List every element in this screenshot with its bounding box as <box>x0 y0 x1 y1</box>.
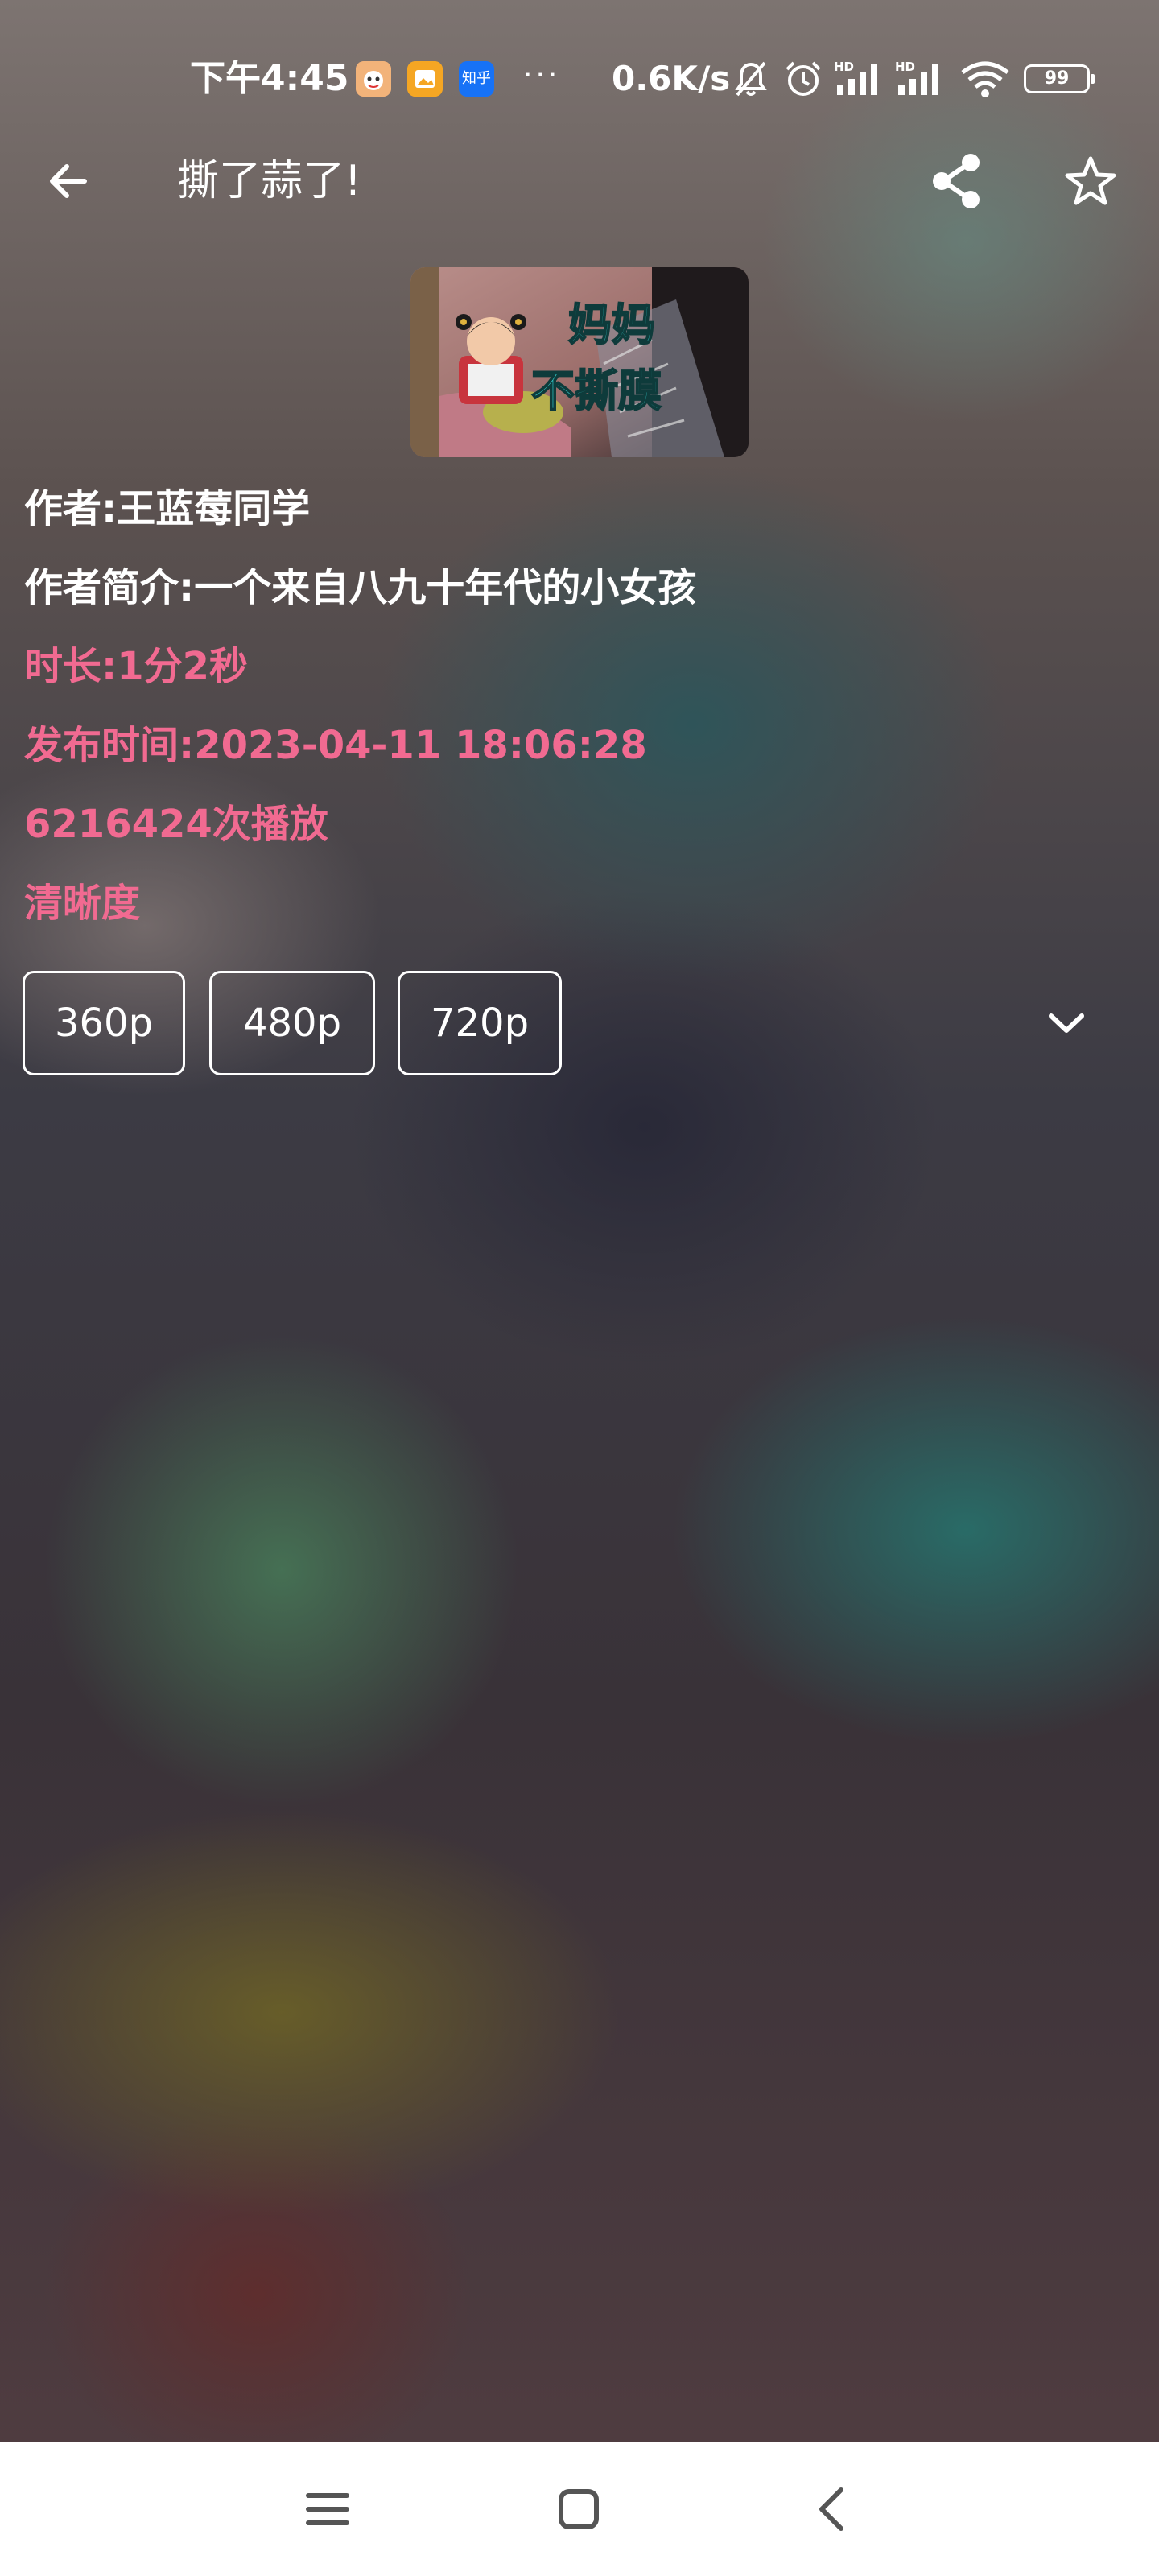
gallery-notification-icon <box>407 61 443 97</box>
alarm-icon <box>786 61 821 96</box>
play-count-line: 6216424次播放 <box>24 802 328 847</box>
author-line: 作者:王蓝莓同学 <box>24 486 311 531</box>
system-back-button[interactable] <box>787 2465 876 2553</box>
quality-button-360p[interactable]: 360p <box>23 971 185 1075</box>
signal-label-1: HD <box>834 60 854 74</box>
wifi-icon <box>961 61 1009 97</box>
zhihu-label: 知乎 <box>462 70 491 87</box>
signal-icon-2: HD <box>895 60 938 95</box>
duration-line: 时长:1分2秒 <box>24 644 248 689</box>
thumbnail-artwork: 妈妈 不撕膜 <box>410 267 749 457</box>
thumbnail-text-line1: 妈妈 <box>568 299 655 350</box>
quality-button-480p[interactable]: 480p <box>209 971 375 1075</box>
network-speed: 0.6K/s <box>612 59 731 98</box>
signal-icon-1: HD <box>834 60 877 95</box>
quality-button-720p[interactable]: 720p <box>398 971 562 1075</box>
expand-quality-button[interactable] <box>1022 979 1111 1067</box>
favorite-button[interactable] <box>1046 137 1135 225</box>
app-screen: 下午4:45 知乎 ··· 0.6K/s HD HD 99 撕了蒜了! 妈妈 不… <box>0 0 1159 2576</box>
back-button[interactable] <box>24 137 113 225</box>
system-navigation-bar <box>0 2442 1159 2576</box>
home-button[interactable] <box>534 2465 623 2553</box>
back-arrow-icon <box>50 164 87 198</box>
status-time: 下午4:45 <box>190 58 349 99</box>
status-bar: 下午4:45 知乎 ··· 0.6K/s HD HD 99 <box>0 0 1159 153</box>
mute-bell-icon <box>735 61 767 97</box>
recents-button[interactable] <box>283 2465 372 2553</box>
chevron-down-icon <box>1049 1013 1084 1033</box>
publish-time-line: 发布时间:2023-04-11 18:06:28 <box>24 723 647 768</box>
more-notifications-icon: ··· <box>523 59 561 92</box>
signal-label-2: HD <box>895 60 915 74</box>
back-chevron-icon <box>819 2487 843 2531</box>
battery-indicator: 99 <box>1024 64 1095 93</box>
menu-icon <box>306 2493 349 2525</box>
thumbnail-text-line2: 不撕膜 <box>531 365 662 416</box>
star-icon <box>1065 156 1116 205</box>
author-bio-line: 作者简介:一个来自八九十年代的小女孩 <box>24 565 697 610</box>
share-icon <box>933 154 980 208</box>
share-button[interactable] <box>913 137 1001 225</box>
video-thumbnail[interactable]: 妈妈 不撕膜 <box>410 267 749 457</box>
app-notification-icon <box>356 61 391 97</box>
zhihu-notification-icon: 知乎 <box>459 61 494 97</box>
page-title: 撕了蒜了! <box>177 157 361 205</box>
top-app-bar: 撕了蒜了! <box>0 137 1159 225</box>
home-square-icon <box>559 2489 599 2529</box>
quality-heading: 清晰度 <box>24 881 141 926</box>
